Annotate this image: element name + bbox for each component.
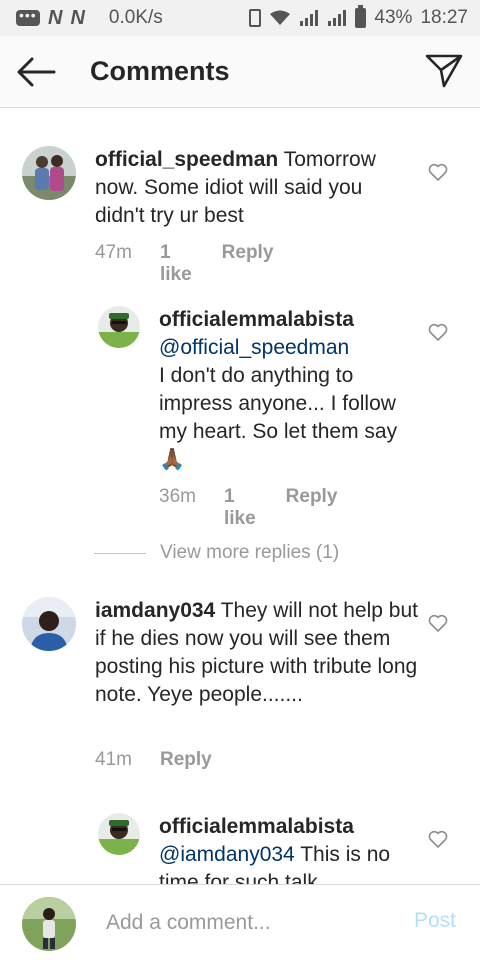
wifi-icon xyxy=(270,10,291,25)
notification-n-icon: N xyxy=(48,6,63,29)
back-arrow-icon[interactable] xyxy=(14,54,58,90)
battery-icon xyxy=(355,5,367,28)
avatar[interactable] xyxy=(22,597,76,651)
divider-line xyxy=(94,552,146,554)
comment-meta: 47m 1 like Reply xyxy=(95,242,273,286)
comment-text: officialemmalabista @iamdany034 This is … xyxy=(159,813,419,884)
signal-icon xyxy=(328,10,347,26)
comment-username[interactable]: iamdany034 xyxy=(95,599,215,622)
comment-input-bar: Post xyxy=(0,884,480,960)
clock: 18:27 xyxy=(420,7,468,28)
current-user-avatar xyxy=(22,897,76,951)
avatar[interactable] xyxy=(98,813,140,855)
mention-link[interactable]: @iamdany034 xyxy=(159,843,295,866)
reply-button[interactable]: Reply xyxy=(286,486,338,530)
signal-icon xyxy=(300,10,319,26)
comment-text: officialemmalabista @official_speedman I… xyxy=(159,306,419,474)
comment-body: I don't do anything to impress anyone...… xyxy=(159,364,398,471)
battery-percent: 43% xyxy=(374,7,413,28)
comment-username[interactable]: officialemmalabista xyxy=(159,815,354,838)
like-heart-icon[interactable] xyxy=(428,163,448,181)
like-heart-icon[interactable] xyxy=(428,614,448,632)
avatar[interactable] xyxy=(98,306,140,348)
status-bar: N N 0.0K/s 43% 18:27 xyxy=(0,0,480,36)
comment-time: 41m xyxy=(95,749,132,770)
like-heart-icon[interactable] xyxy=(428,830,448,848)
comment-username[interactable]: official_speedman xyxy=(95,148,278,171)
comment-username[interactable]: officialemmalabista xyxy=(159,308,354,331)
comment-time: 47m xyxy=(95,242,132,263)
comment-text: official_speedman Tomorrow now. Some idi… xyxy=(95,146,415,230)
view-more-replies[interactable]: View more replies (1) xyxy=(94,540,339,566)
comment-text: iamdany034 They will not help but if he … xyxy=(95,597,420,709)
comment-input[interactable] xyxy=(106,907,386,939)
comments-header: Comments xyxy=(0,36,480,108)
comment-meta: 41m Reply xyxy=(95,749,212,771)
avatar[interactable] xyxy=(22,146,76,200)
message-notification-icon xyxy=(16,7,40,26)
view-more-replies-label: View more replies (1) xyxy=(160,542,340,563)
notification-n-icon: N xyxy=(70,6,85,29)
mention-link[interactable]: @official_speedman xyxy=(159,336,349,359)
reply-button[interactable]: Reply xyxy=(222,242,274,286)
comment-meta: 36m 1 like Reply xyxy=(159,486,337,530)
comment-time: 36m xyxy=(159,486,196,507)
page-title: Comments xyxy=(90,56,230,86)
direct-message-icon[interactable] xyxy=(424,52,464,90)
comment-likes[interactable]: 1 like xyxy=(224,486,256,530)
network-speed: 0.0K/s xyxy=(108,7,163,28)
like-heart-icon[interactable] xyxy=(428,323,448,341)
reply-button[interactable]: Reply xyxy=(160,749,212,771)
vibrate-icon xyxy=(249,9,262,27)
comment-likes[interactable]: 1 like xyxy=(160,242,192,286)
post-button[interactable]: Post xyxy=(414,909,456,933)
